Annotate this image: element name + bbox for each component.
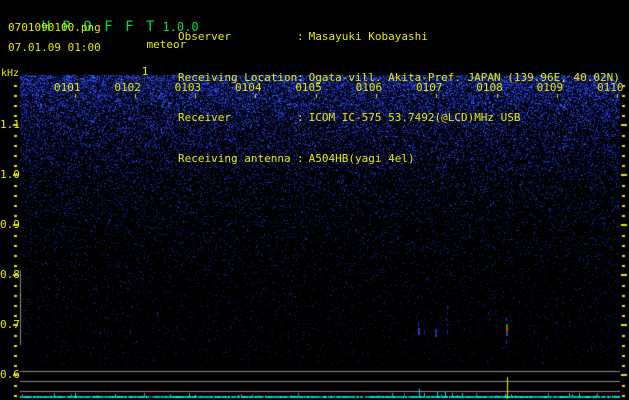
time-axis-label: 0106 — [355, 81, 383, 94]
station-value: A504HB(yagi 4el) — [308, 151, 415, 165]
station-row-antenna: Receiving antenna: A504HB(yagi 4el) — [178, 152, 620, 166]
station-separator: : — [297, 30, 304, 43]
freq-axis-label: 0.6 — [0, 368, 20, 381]
time-axis-label: 0102 — [114, 81, 141, 94]
station-info: Observer: Masayuki Kobayashi Receiving Lo… — [178, 3, 620, 192]
meteor-counter-value: 1 — [141, 65, 149, 78]
hrofft-screenshot: H R O F F T 1.0.0 0701090100.png 07.01.09… — [0, 0, 629, 400]
freq-axis-label: 0.7 — [0, 318, 20, 331]
time-axis-label: 0101 — [54, 81, 81, 94]
observation-datetime: 07.01.09 01:00 — [8, 41, 101, 54]
time-axis-label: 0103 — [174, 81, 202, 94]
freq-axis-label: 0.9 — [0, 218, 20, 231]
time-axis-label: 0105 — [295, 81, 322, 94]
time-axis-label: 0109 — [536, 81, 564, 94]
freq-axis-label: 1.0 — [0, 168, 20, 181]
output-filename: 0701090100.png — [8, 21, 101, 34]
station-label: Observer — [178, 30, 231, 43]
time-axis-label: 0107 — [415, 81, 443, 94]
freq-axis-label: 0.8 — [0, 268, 20, 281]
station-value: Masayuki Kobayashi — [308, 30, 428, 43]
time-axis-label: 0108 — [476, 81, 503, 94]
station-separator: : — [297, 111, 304, 124]
station-row-observer: Observer: Masayuki Kobayashi — [178, 30, 620, 44]
freq-axis-label: 1.1 — [0, 118, 20, 131]
freq-axis-unit: kHz — [1, 68, 20, 79]
station-separator: : — [297, 151, 304, 165]
station-value: ICOM IC-575 53.7492(@LCD)MHz USB — [308, 111, 521, 124]
station-row-receiver: Receiver: ICOM IC-575 53.7492(@LCD)MHz US… — [178, 111, 620, 125]
station-label: Receiver — [178, 111, 231, 124]
station-label: Receiving antenna — [178, 151, 291, 165]
time-axis-label: 0110 — [596, 81, 624, 94]
time-axis-label: 0104 — [234, 81, 262, 94]
